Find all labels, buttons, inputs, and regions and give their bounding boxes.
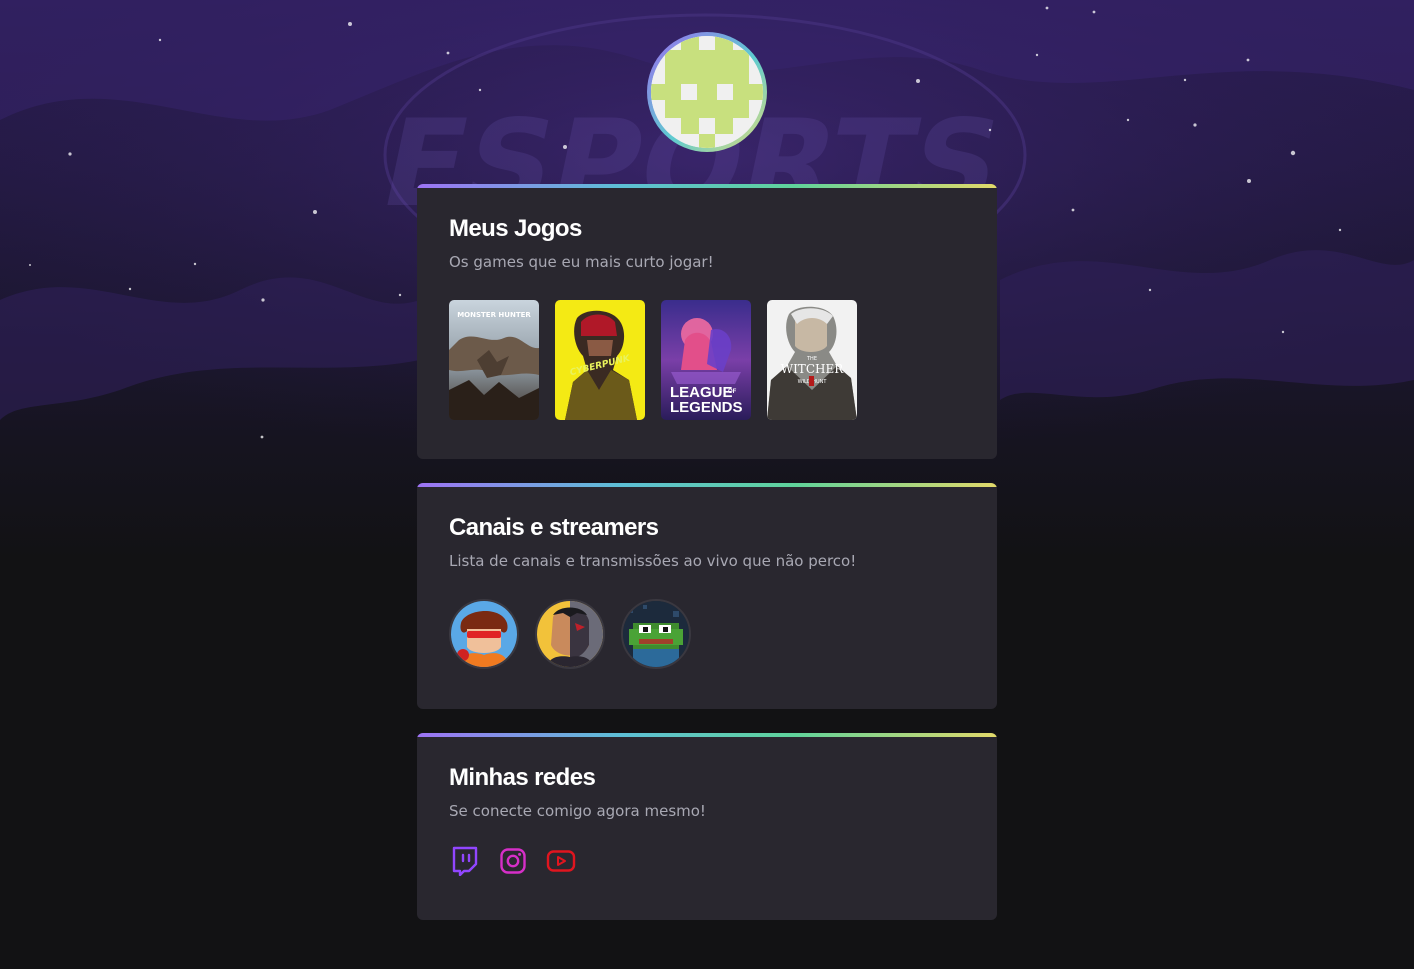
cyberpunk-cover-icon: CYBERPUNK <box>555 300 645 420</box>
game-cover-witcher[interactable]: THE WITCHER WILD HUNT <box>767 300 857 420</box>
witcher-cover-icon: THE WITCHER WILD HUNT <box>767 300 857 420</box>
lol-cover-text-legends: LEGENDS <box>670 399 743 416</box>
twitch-link[interactable] <box>449 845 481 877</box>
streamer-1-avatar-icon <box>451 601 517 667</box>
instagram-icon <box>500 848 526 874</box>
league-of-legends-cover-icon: LEAGUE OF LEGENDS <box>661 300 751 420</box>
game-cover-league-of-legends[interactable]: LEAGUE OF LEGENDS <box>661 300 751 420</box>
streamers-list <box>449 599 691 669</box>
twitch-icon <box>452 846 478 876</box>
game-cover-cyberpunk[interactable]: CYBERPUNK <box>555 300 645 420</box>
streamers-subtitle: Lista de canais e transmissões ao vivo q… <box>449 552 857 570</box>
streamer-avatar-2[interactable] <box>535 599 605 669</box>
instagram-link[interactable] <box>497 845 529 877</box>
social-links <box>449 845 577 877</box>
profile-avatar <box>651 36 763 148</box>
monster-hunter-cover-text: MONSTER HUNTER <box>457 311 531 319</box>
streamer-2-avatar-icon <box>537 601 603 667</box>
games-title: Meus Jogos <box>449 215 582 242</box>
profile-avatar-ring <box>647 32 767 152</box>
witcher-cover-text-witcher: WITCHER <box>781 362 844 376</box>
streamer-avatar-3[interactable] <box>621 599 691 669</box>
social-card: Minhas redes Se conecte comigo agora mes… <box>417 733 997 920</box>
streamer-avatar-1[interactable] <box>449 599 519 669</box>
pixel-avatar-icon <box>651 36 763 148</box>
social-subtitle: Se conecte comigo agora mesmo! <box>449 802 706 820</box>
youtube-link[interactable] <box>545 845 577 877</box>
game-cover-monster-hunter[interactable]: MONSTER HUNTER <box>449 300 539 420</box>
games-card: Meus Jogos Os games que eu mais curto jo… <box>417 184 997 459</box>
monster-hunter-cover-icon: MONSTER HUNTER <box>449 300 539 420</box>
social-title: Minhas redes <box>449 764 596 791</box>
lol-cover-text-of: OF <box>728 389 737 395</box>
streamers-card: Canais e streamers Lista de canais e tra… <box>417 483 997 709</box>
games-subtitle: Os games que eu mais curto jogar! <box>449 253 714 271</box>
games-list: MONSTER HUNTER CYBERPUNK LEAGUE OF LEGEN… <box>449 300 857 420</box>
streamer-3-avatar-icon <box>623 601 689 667</box>
streamers-title: Canais e streamers <box>449 514 659 541</box>
youtube-icon <box>546 850 576 872</box>
